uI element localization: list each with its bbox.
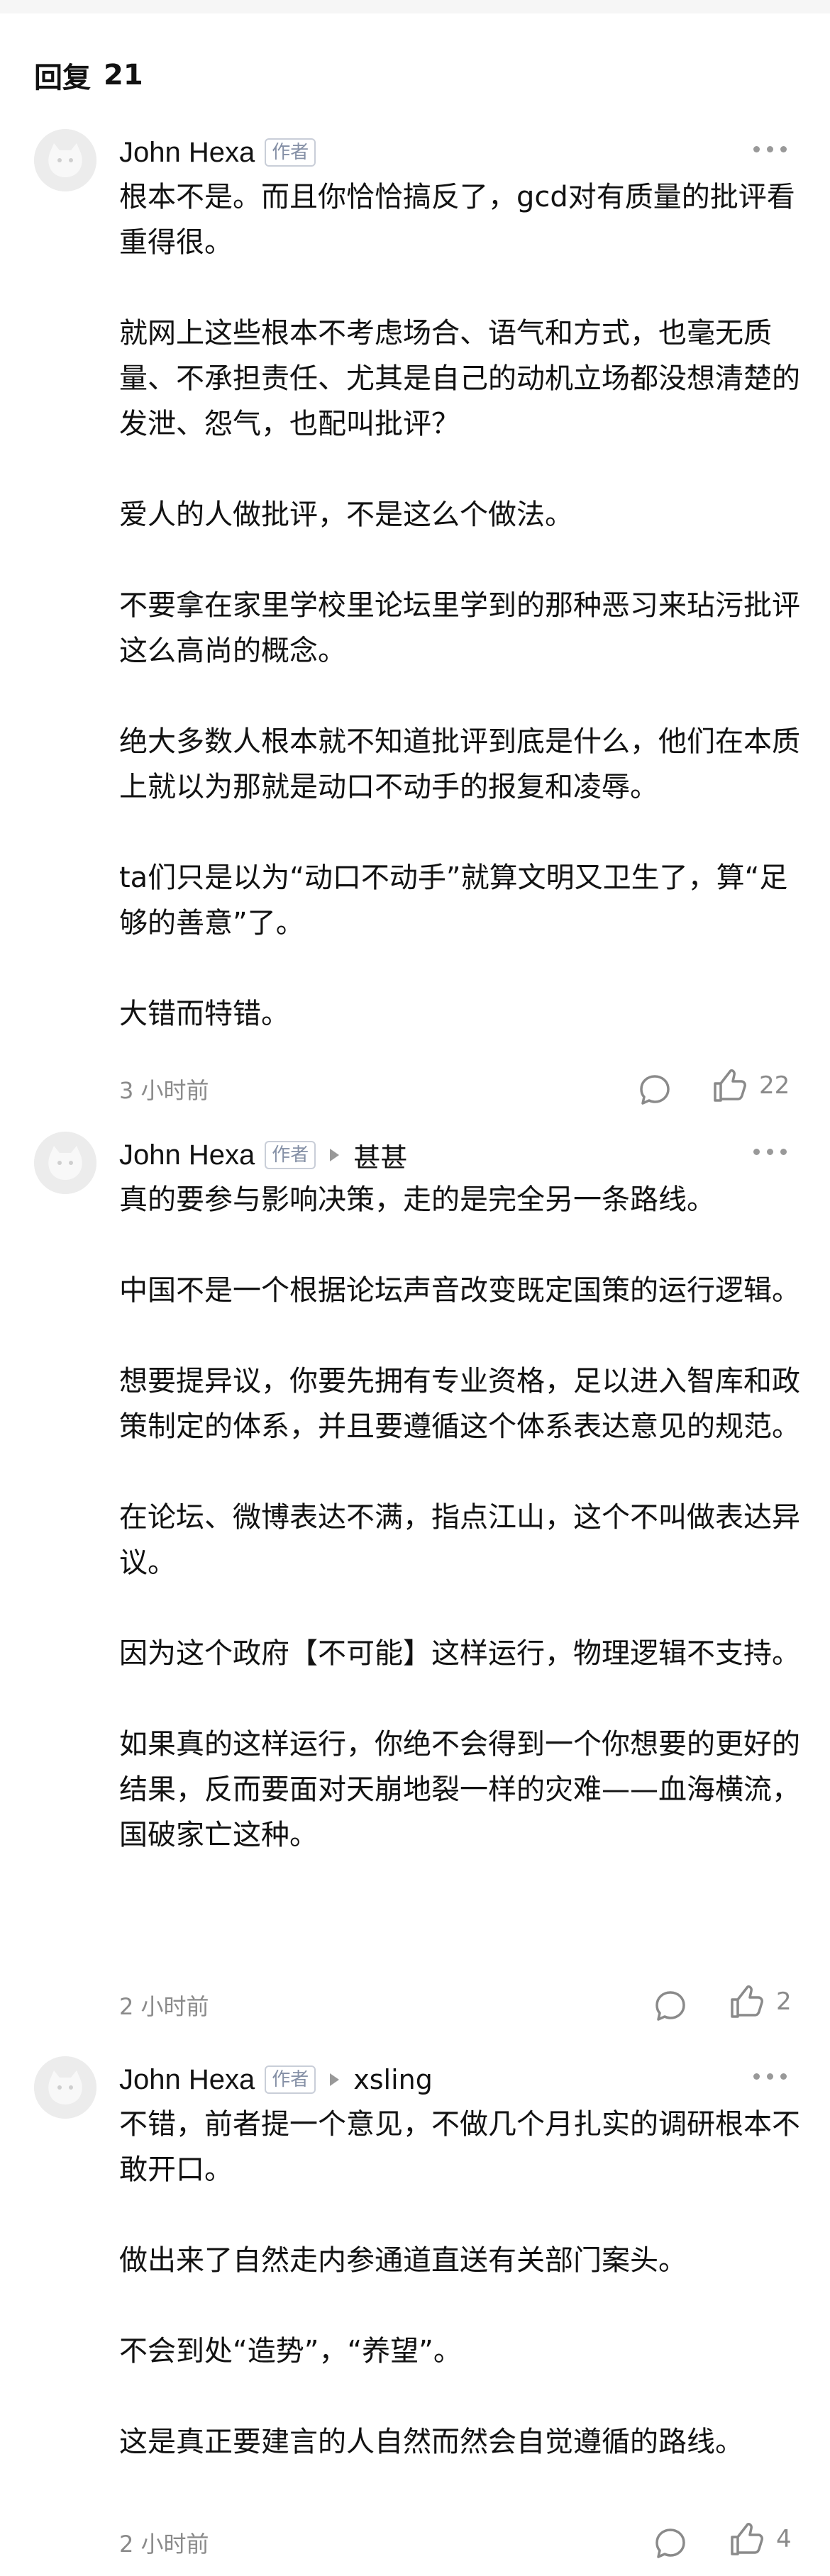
thumbs-up-icon xyxy=(731,2523,763,2555)
reply-to-name[interactable]: 甚甚 xyxy=(353,1136,407,1175)
comment-paragraph: 想要提异议，你要先拥有专业资格，足以进入智库和政策制定的体系，并且要遵循这个体系… xyxy=(119,1365,800,1443)
author-name[interactable]: John Hexa xyxy=(119,1139,255,1171)
like-count: 2 xyxy=(776,1987,792,2016)
reply-arrow-icon xyxy=(330,2073,340,2086)
comment-paragraph: 真的要参与影响决策，走的是完全另一条路线。 xyxy=(119,1183,715,1216)
comment-meta: John Hexa 作者 xyxy=(119,133,316,172)
more-dots-icon[interactable] xyxy=(753,1149,787,1155)
thumbs-up-icon xyxy=(731,1985,763,2018)
reply-to-name[interactable]: xsling xyxy=(353,2064,433,2095)
like-button[interactable]: 22 xyxy=(711,1066,790,1105)
comment-paragraph: 不错，前者提一个意见，不做几个月扎实的调研根本不敢开口。 xyxy=(119,2108,800,2186)
comment-paragraph: 在论坛、微博表达不满，指点江山，这个不叫做表达异议。 xyxy=(119,1501,800,1579)
comment-paragraph: 这是真正要建言的人自然而然会自觉遵循的路线。 xyxy=(119,2426,743,2458)
comment-body: 根本不是。而且你恰恰搞反了，gcd对有质量的批评看重得很。 就网上这些根本不考虑… xyxy=(119,174,800,1037)
comment-paragraph: 做出来了自然走内参通道直送有关部门案头。 xyxy=(119,2244,687,2277)
comment-bubble-icon[interactable] xyxy=(637,1072,673,1108)
cat-avatar-icon[interactable] xyxy=(34,2056,96,2119)
comment-footer: 2 小时前 xyxy=(119,2521,800,2564)
more-dots-icon[interactable] xyxy=(753,146,787,152)
comment-paragraph: 因为这个政府【不可能】这样运行，物理逻辑不支持。 xyxy=(119,1637,800,1670)
comment-footer: 3 小时前 xyxy=(119,1068,800,1110)
comment-bubble-icon[interactable] xyxy=(653,1988,688,2024)
comment-time: 2 小时前 xyxy=(119,1993,209,2020)
comment-meta: John Hexa 作者 甚甚 xyxy=(119,1136,407,1174)
author-badge: 作者 xyxy=(265,1141,316,1169)
comment-time: 2 小时前 xyxy=(119,2531,209,2558)
comment-body: 真的要参与影响决策，走的是完全另一条路线。 中国不是一个根据论坛声音改变既定国策… xyxy=(119,1177,800,1858)
author-badge: 作者 xyxy=(265,2065,316,2094)
author-name[interactable]: John Hexa xyxy=(119,2064,255,2096)
comment-time: 3 小时前 xyxy=(119,1077,209,1104)
comment-paragraph: 不会到处“造势”，“养望”。 xyxy=(119,2335,462,2368)
comment-bubble-icon[interactable] xyxy=(653,2526,688,2561)
thumbs-up-icon xyxy=(714,1069,746,1102)
comment-paragraph: 大错而特错。 xyxy=(119,998,289,1030)
comment-body: 不错，前者提一个意见，不做几个月扎实的调研根本不敢开口。 做出来了自然走内参通道… xyxy=(119,2102,800,2465)
comment-paragraph: 中国不是一个根据论坛声音改变既定国策的运行逻辑。 xyxy=(119,1274,800,1307)
like-count: 22 xyxy=(759,1071,790,1100)
comment-paragraph: 根本不是。而且你恰恰搞反了，gcd对有质量的批评看重得很。 xyxy=(119,181,795,259)
like-button[interactable]: 4 xyxy=(728,2520,792,2558)
comment-paragraph: 不要拿在家里学校里论坛里学到的那种恶习来玷污批评这么高尚的概念。 xyxy=(119,589,800,667)
replies-header-label: 回复 xyxy=(34,62,91,94)
comment-paragraph: 如果真的这样运行，你绝不会得到一个你想要的更好的结果，反而要面对天崩地裂一样的灾… xyxy=(119,1728,800,1851)
comment-paragraph: 爱人的人做批评，不是这么个做法。 xyxy=(119,498,573,531)
cat-avatar-icon[interactable] xyxy=(34,1132,96,1194)
cat-avatar-icon[interactable] xyxy=(34,129,96,191)
more-dots-icon[interactable] xyxy=(753,2073,787,2080)
replies-count: 21 xyxy=(104,59,143,91)
top-divider xyxy=(0,0,830,13)
like-count: 4 xyxy=(776,2525,792,2553)
comment-footer: 2 小时前 xyxy=(119,1984,800,2026)
author-name[interactable]: John Hexa xyxy=(119,137,255,169)
reply-arrow-icon xyxy=(330,1149,340,1161)
replies-header: 回复 21 xyxy=(34,55,143,95)
comment-paragraph: 绝大多数人根本就不知道批评到底是什么，他们在本质上就以为那就是动口不动手的报复和… xyxy=(119,725,800,803)
comment-meta: John Hexa 作者 xsling xyxy=(119,2061,433,2099)
author-badge: 作者 xyxy=(265,138,316,167)
comment-paragraph: 就网上这些根本不考虑场合、语气和方式，也毫无质量、不承担责任、尤其是自己的动机立… xyxy=(119,317,800,440)
comment-paragraph: ta们只是以为“动口不动手”就算文明又卫生了，算“足够的善意”了。 xyxy=(119,862,788,939)
like-button[interactable]: 2 xyxy=(728,1983,792,2021)
